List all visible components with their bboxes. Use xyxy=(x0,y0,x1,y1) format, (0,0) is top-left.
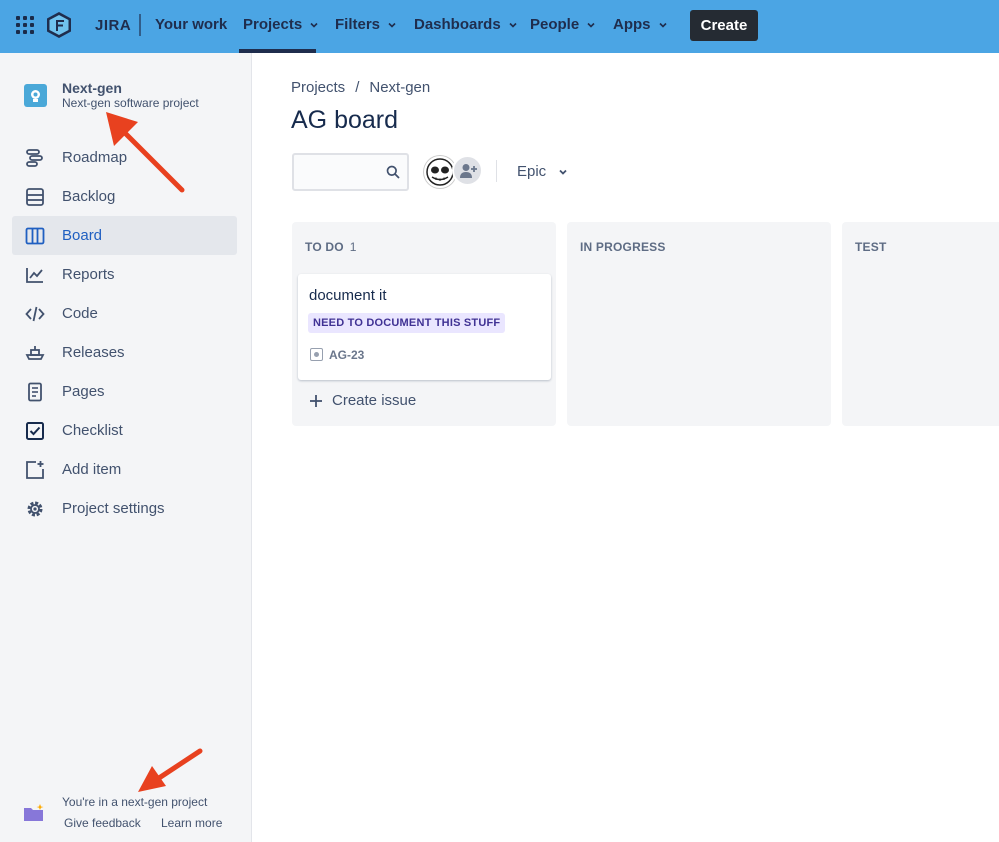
project-name[interactable]: Next-gen xyxy=(62,80,122,96)
create-issue-label: Create issue xyxy=(332,392,417,409)
sidebar-item-reports[interactable]: Reports xyxy=(12,255,237,294)
column-header: TO DO 1 xyxy=(305,240,357,254)
app-switcher-icon[interactable] xyxy=(16,16,34,34)
rocket-icon xyxy=(31,90,40,102)
releases-icon xyxy=(25,346,45,360)
top-navigation-bar: JIRA Your work Projects Filters Dashboar… xyxy=(0,0,999,53)
learn-more-link[interactable]: Learn more xyxy=(161,816,222,830)
sidebar-item-label: Pages xyxy=(62,383,105,400)
issue-type-icon xyxy=(310,348,323,361)
sidebar-item-label: Project settings xyxy=(62,500,165,517)
nav-dashboards[interactable]: Dashboards xyxy=(414,16,517,33)
plus-icon xyxy=(310,394,322,407)
reports-icon xyxy=(26,268,43,283)
nav-people-label: People xyxy=(530,16,580,33)
sidebar-item-pages[interactable]: Pages xyxy=(12,372,237,411)
nav-apps[interactable]: Apps xyxy=(613,16,667,33)
create-button[interactable]: Create xyxy=(690,10,758,41)
add-item-icon xyxy=(26,461,44,479)
checklist-icon xyxy=(26,422,44,440)
sidebar-item-add-item[interactable]: Add item xyxy=(12,450,237,489)
column-title: TO DO xyxy=(305,240,344,254)
brand-name[interactable]: JIRA xyxy=(95,17,131,34)
sidebar-item-label: Board xyxy=(62,227,103,244)
epic-filter-label: Epic xyxy=(517,163,547,180)
add-person-icon xyxy=(459,163,477,178)
chevron-down-icon xyxy=(388,22,396,28)
nav-filters-label: Filters xyxy=(335,16,381,33)
project-avatar[interactable] xyxy=(24,84,47,107)
board-icon xyxy=(25,227,45,245)
sidebar-item-label: Releases xyxy=(62,344,125,361)
sidebar-item-board[interactable]: Board xyxy=(12,216,237,255)
chevron-down-icon xyxy=(310,22,318,28)
chevron-down-icon xyxy=(559,169,567,175)
nav-apps-label: Apps xyxy=(613,16,651,33)
nav-your-work-label: Your work xyxy=(155,16,228,33)
board-column-in-progress: IN PROGRESS xyxy=(567,222,831,426)
backlog-icon xyxy=(26,188,44,206)
nav-projects[interactable]: Projects xyxy=(243,16,318,33)
annotation-arrow-icon xyxy=(106,112,185,193)
chevron-down-icon xyxy=(658,22,667,28)
pages-icon xyxy=(28,382,42,402)
breadcrumb-next-gen[interactable]: Next-gen xyxy=(369,79,430,96)
column-title: TEST xyxy=(855,240,887,254)
sidebar-item-releases[interactable]: Releases xyxy=(12,333,237,372)
sidebar-item-label: Checklist xyxy=(62,422,123,439)
skull-avatar-icon xyxy=(426,158,454,186)
chevron-down-icon xyxy=(587,22,595,28)
column-header: TEST xyxy=(855,240,886,254)
issue-card[interactable]: document it NEED TO DOCUMENT THIS STUFF … xyxy=(298,274,551,380)
sidebar-item-code[interactable]: Code xyxy=(12,294,237,333)
issue-summary: document it xyxy=(309,287,387,304)
breadcrumb: Projects / Next-gen xyxy=(291,79,430,96)
toolbar-divider xyxy=(496,160,497,182)
gear-icon xyxy=(27,501,43,517)
add-people-button[interactable] xyxy=(452,155,483,186)
annotation-arrow-icon xyxy=(138,748,203,792)
board-column-test: TEST xyxy=(842,222,999,426)
sidebar-item-label: Reports xyxy=(62,266,115,283)
nav-filters[interactable]: Filters xyxy=(335,16,396,33)
next-gen-folder-icon xyxy=(24,804,44,821)
search-icon xyxy=(386,165,400,179)
jira-logo-icon[interactable] xyxy=(46,11,72,39)
sidebar-item-checklist[interactable]: Checklist xyxy=(12,411,237,450)
nav-dashboards-label: Dashboards xyxy=(414,16,501,33)
nav-projects-label: Projects xyxy=(243,16,303,33)
column-title: IN PROGRESS xyxy=(580,240,666,254)
nav-people[interactable]: People xyxy=(530,16,595,33)
sidebar-item-label: Code xyxy=(62,305,98,322)
column-count: 1 xyxy=(349,240,357,254)
chevron-down-icon xyxy=(509,22,517,28)
page-title: AG board xyxy=(291,106,399,134)
code-icon xyxy=(25,306,45,322)
epic-label: NEED TO DOCUMENT THIS STUFF xyxy=(308,313,506,333)
issue-key: AG-23 xyxy=(329,348,365,362)
create-issue-button[interactable]: Create issue xyxy=(309,392,416,409)
give-feedback-link[interactable]: Give feedback xyxy=(64,816,141,830)
nav-divider xyxy=(139,14,141,36)
next-gen-message: You're in a next-gen project xyxy=(62,795,208,809)
roadmap-icon xyxy=(26,149,43,167)
column-header: IN PROGRESS xyxy=(580,240,666,254)
breadcrumb-separator: / xyxy=(355,79,360,96)
sidebar-item-project-settings[interactable]: Project settings xyxy=(12,489,237,528)
nav-your-work[interactable]: Your work xyxy=(155,16,227,33)
breadcrumb-projects[interactable]: Projects xyxy=(291,79,345,96)
epic-filter-dropdown[interactable]: Epic xyxy=(517,163,568,180)
sidebar-item-label: Add item xyxy=(62,461,122,478)
